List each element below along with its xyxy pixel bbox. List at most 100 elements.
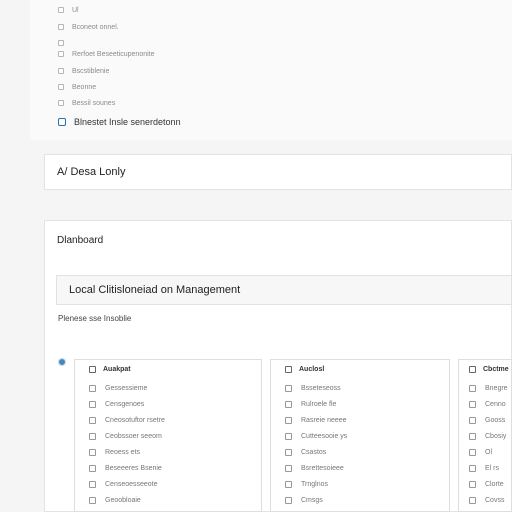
checklist-row[interactable]: Bessil sounes	[58, 97, 115, 109]
panel-item-label: Covss	[485, 497, 505, 504]
panel-item[interactable]: Gooss	[469, 417, 505, 424]
checkbox[interactable]	[58, 84, 64, 90]
panel-item-label: Cutteesooie ys	[301, 433, 348, 440]
panel-header[interactable]: Cbctme	[469, 366, 509, 373]
panel-header[interactable]: Auakpat	[89, 366, 131, 373]
checklist-row[interactable]: Rerfoet Beseeticupenonite	[58, 48, 155, 60]
panel-item-label: El rs	[485, 465, 499, 472]
panel-item-label: Geoobloaie	[105, 497, 141, 504]
checkbox[interactable]	[89, 481, 96, 488]
permission-panel-3: Cbctme Bnegre Cenno Gooss Cbosiy Ol El r…	[458, 359, 512, 512]
checkbox[interactable]	[58, 7, 64, 13]
panel-item-label: Bnegre	[485, 385, 508, 392]
panel-item[interactable]: Censgenoes	[89, 401, 144, 408]
checkbox[interactable]	[285, 465, 292, 472]
panel-item[interactable]: Clorte	[469, 481, 504, 488]
panel-item[interactable]: Covss	[469, 497, 504, 504]
panel-item[interactable]: Bsseteseoss	[285, 385, 341, 392]
checkbox[interactable]	[469, 449, 476, 456]
panel-item[interactable]: Cenno	[469, 401, 506, 408]
checklist-label: Bessil sounes	[72, 99, 116, 107]
checkbox[interactable]	[469, 465, 476, 472]
checkbox[interactable]	[89, 433, 96, 440]
checkbox[interactable]	[285, 401, 292, 408]
panel-item-label: Beseeeres Bsenie	[105, 465, 162, 472]
checkbox[interactable]	[469, 497, 476, 504]
panel-item[interactable]: El rs	[469, 465, 499, 472]
panel-item[interactable]: Bsrettesoieee	[285, 465, 344, 472]
panel-item[interactable]: Ol	[469, 449, 492, 456]
panel-checkbox[interactable]	[285, 366, 292, 373]
helper-text: Plenese sse Insoblie	[58, 314, 132, 323]
checkbox[interactable]	[285, 433, 292, 440]
checkbox[interactable]	[469, 433, 476, 440]
checklist-label: Blnestet Insle senerdetonn	[74, 117, 181, 127]
checkbox[interactable]	[58, 118, 66, 126]
panel-item[interactable]: Rulroele fle	[285, 401, 336, 408]
panel-header[interactable]: Auclosl	[285, 366, 324, 373]
checkbox[interactable]	[89, 401, 96, 408]
panel-checkbox[interactable]	[89, 366, 96, 373]
selected-radio-button[interactable]	[58, 358, 66, 366]
panel-item-label: Rasreie neeee	[301, 417, 347, 424]
panel-item[interactable]: Geoobloaie	[89, 497, 141, 504]
checklist-row[interactable]: Bscstiblenie	[58, 65, 109, 77]
panel-item-label: Censgenoes	[105, 401, 145, 408]
checkbox[interactable]	[58, 24, 64, 30]
checklist-label: Bscstiblenie	[72, 67, 110, 75]
panel-title: Auakpat	[103, 366, 131, 373]
checkbox[interactable]	[285, 449, 292, 456]
panel-item-label: Cneosotuftor rsetre	[105, 417, 165, 424]
panel-item-label: Clorte	[485, 481, 504, 488]
panel-item-label: Reoess ets	[105, 449, 141, 456]
checkbox[interactable]	[89, 417, 96, 424]
panel-item[interactable]: Bnegre	[469, 385, 508, 392]
panel-item[interactable]: Censeoesseeote	[89, 481, 158, 488]
checklist-label: Beonne	[72, 83, 97, 91]
checklist-label: Ul	[72, 6, 79, 14]
panel-item[interactable]: Cutteesooie ys	[285, 433, 347, 440]
panel-checkbox[interactable]	[469, 366, 476, 373]
checklist-row[interactable]: Ul	[58, 4, 79, 16]
checkbox[interactable]	[58, 68, 64, 74]
checkbox[interactable]	[58, 40, 64, 46]
checkbox[interactable]	[469, 401, 476, 408]
panel-item-label: Cbosiy	[485, 433, 507, 440]
checkbox[interactable]	[89, 449, 96, 456]
panel-item[interactable]: Rasreie neeee	[285, 417, 347, 424]
permission-panel-2: Auclosl Bsseteseoss Rulroele fle Rasreie…	[270, 359, 450, 512]
panel-item[interactable]: Cmsgs	[285, 497, 323, 504]
dashboard-title: Dlanboard	[57, 235, 104, 246]
panel-item[interactable]: Reoess ets	[89, 449, 140, 456]
management-header[interactable]: Local Clitisloneiad on Management	[56, 275, 512, 305]
panel-item-label: Trnglnos	[301, 481, 328, 488]
checklist-row[interactable]: Beonne	[58, 81, 96, 93]
checkbox[interactable]	[89, 385, 96, 392]
panel-item-label: Rulroele fle	[301, 401, 337, 408]
checkbox[interactable]	[469, 417, 476, 424]
panel-item[interactable]: Ceobssoer seeom	[89, 433, 162, 440]
panel-item[interactable]: Csastos	[285, 449, 326, 456]
panel-item[interactable]: Cbosiy	[469, 433, 506, 440]
management-title: Local Clitisloneiad on Management	[69, 284, 241, 296]
checkbox[interactable]	[89, 465, 96, 472]
checkbox[interactable]	[285, 481, 292, 488]
panel-item-label: Ceobssoer seeom	[105, 433, 162, 440]
checkbox[interactable]	[58, 51, 64, 57]
panel-item[interactable]: Gessessieme	[89, 385, 147, 392]
checkbox[interactable]	[285, 497, 292, 504]
panel-item[interactable]: Beseeeres Bsenie	[89, 465, 162, 472]
checkbox[interactable]	[285, 417, 292, 424]
checkbox[interactable]	[285, 385, 292, 392]
focused-checklist-row[interactable]: Blnestet Insle senerdetonn	[58, 116, 181, 128]
panel-item-label: Bsrettesoieee	[301, 465, 344, 472]
panel-item[interactable]: Trnglnos	[285, 481, 328, 488]
activity-section[interactable]: A/ Desa Lonly	[44, 154, 512, 190]
panel-item-label: Bsseteseoss	[301, 385, 341, 392]
checkbox[interactable]	[469, 385, 476, 392]
checkbox[interactable]	[58, 100, 64, 106]
checkbox[interactable]	[89, 497, 96, 504]
panel-item[interactable]: Cneosotuftor rsetre	[89, 417, 165, 424]
checkbox[interactable]	[469, 481, 476, 488]
checklist-row[interactable]: Bconeot onnel.	[58, 21, 119, 33]
